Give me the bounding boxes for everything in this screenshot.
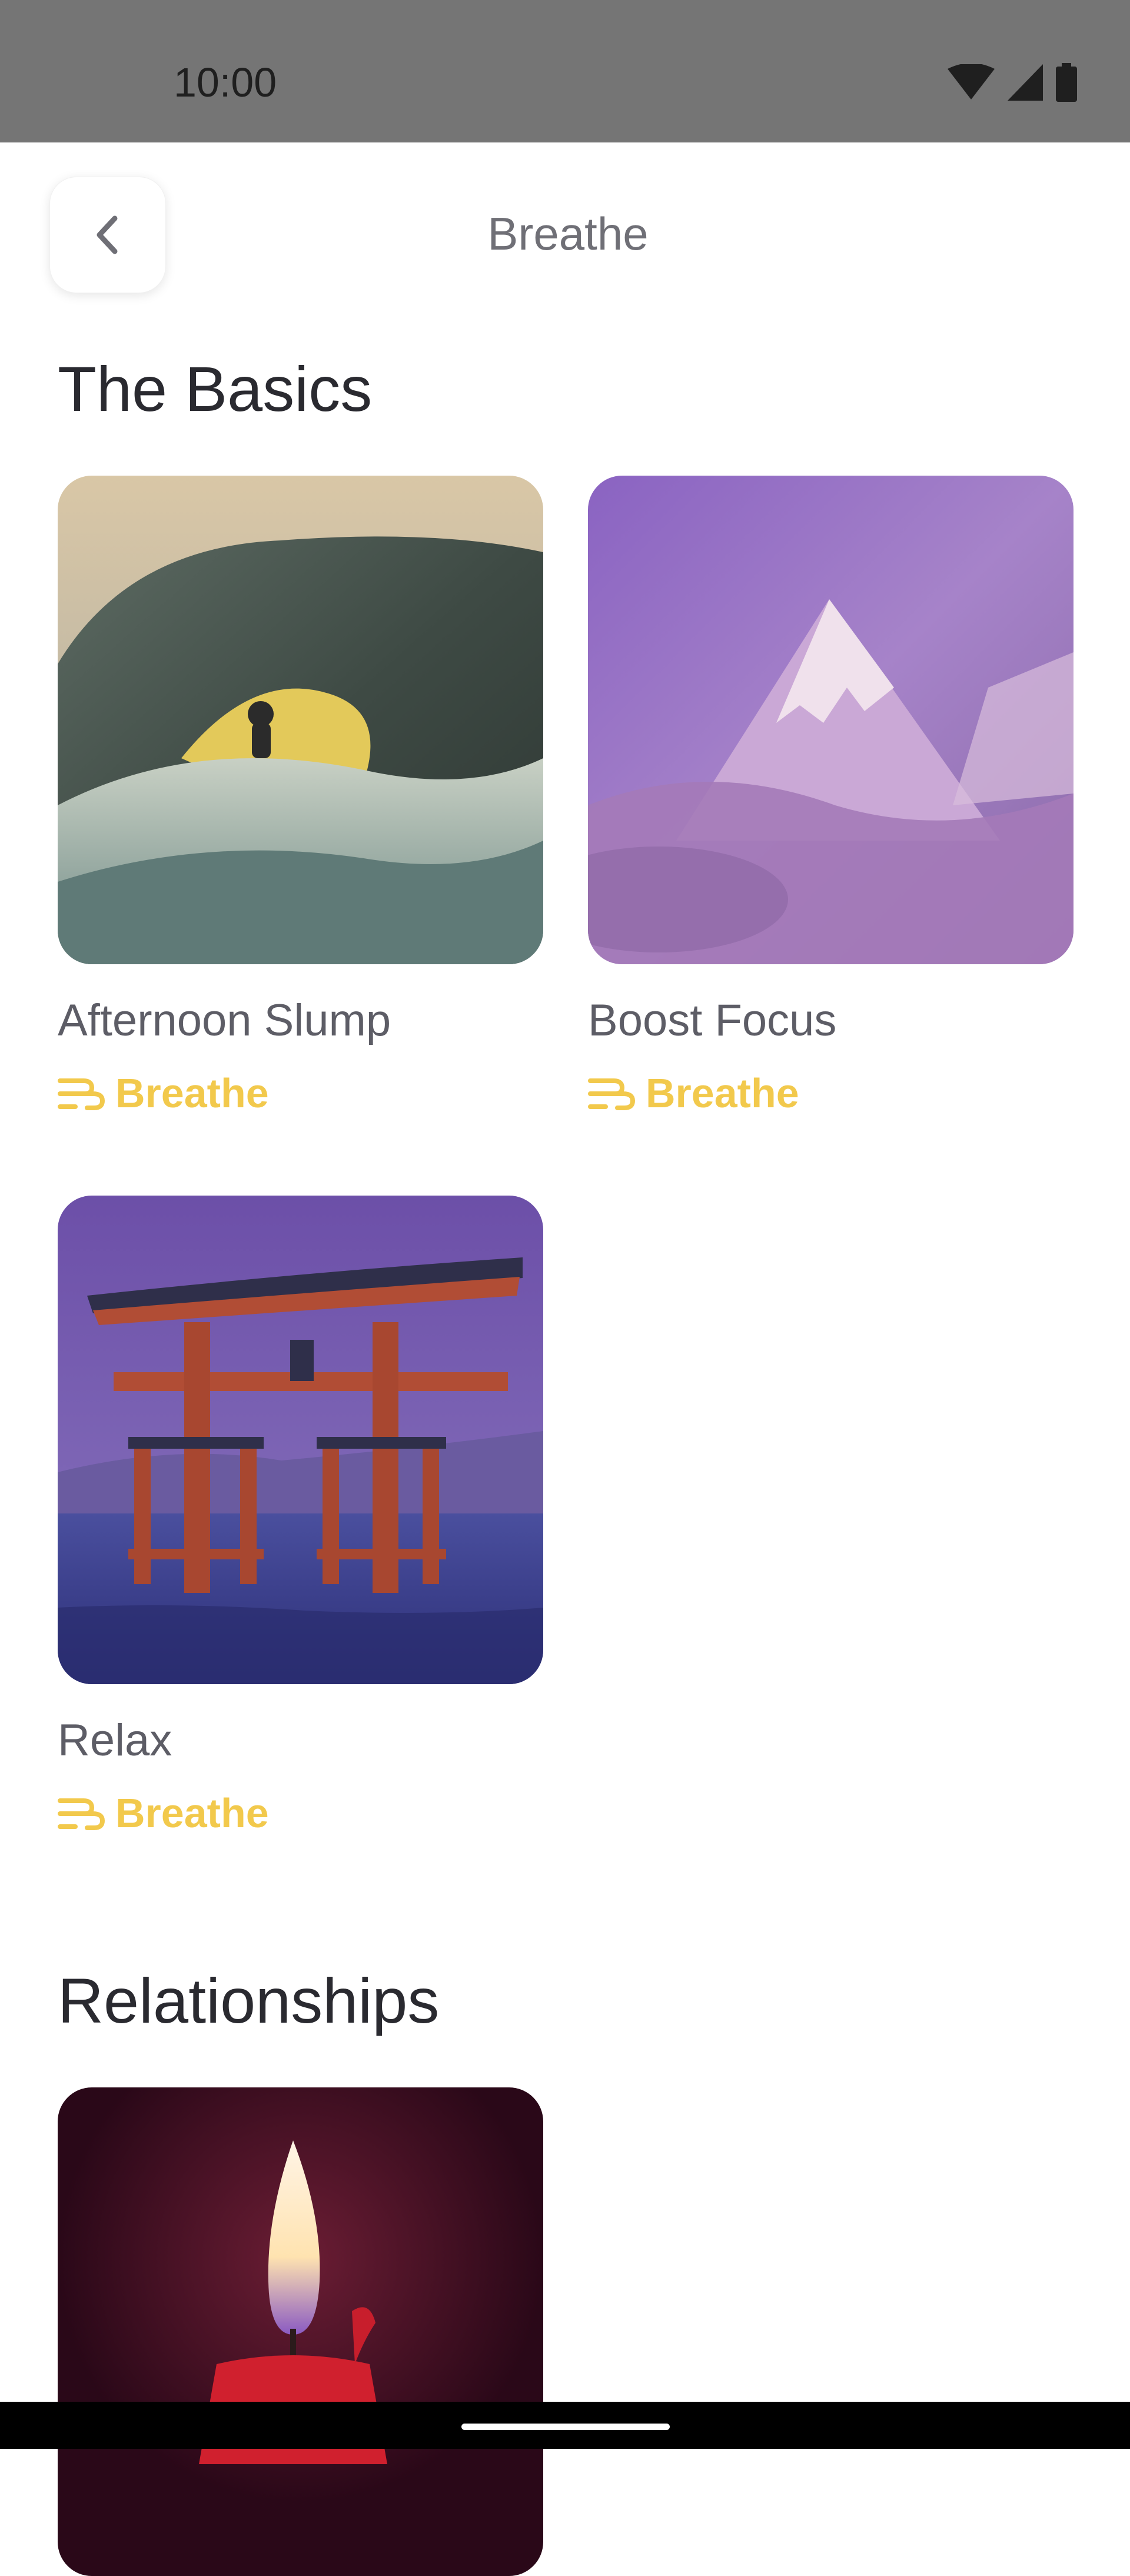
card-tag-label: Breathe [115,1790,269,1836]
status-icons [948,62,1077,103]
card-image-candle [58,2087,543,2576]
cell-signal-icon [1008,64,1043,101]
breathe-icon [58,1078,105,1110]
section-heading-relationships: Relationships [58,1965,440,2036]
card-candle[interactable] [58,2087,543,2576]
card-relax[interactable]: Relax Breathe [58,1196,543,1837]
card-title: Afternoon Slump [58,995,391,1045]
battery-icon [1056,63,1077,102]
page-title: Breathe [487,208,649,260]
card-afternoon-slump[interactable]: Afternoon Slump Breathe [58,476,543,1117]
card-image-torii [58,1196,543,1684]
breathe-icon [58,1798,105,1830]
card-title: Boost Focus [588,995,837,1045]
card-tag-label: Breathe [646,1070,799,1116]
card-image-wave [58,476,543,964]
status-time: 10:00 [174,59,277,105]
home-gesture-handle[interactable] [461,2424,670,2430]
card-tag-label: Breathe [115,1070,269,1116]
card-boost-focus[interactable]: Boost Focus Breathe [588,476,1074,1117]
breathe-icon [588,1078,635,1110]
section-heading-the-basics: The Basics [58,353,373,424]
card-tag: Breathe [588,1070,1074,1117]
wifi-icon [948,64,995,99]
status-bar: 10:00 [0,0,1130,142]
card-title: Relax [58,1715,172,1765]
card-tag: Breathe [58,1790,543,1837]
card-tag: Breathe [58,1070,543,1117]
card-image-mountain [588,476,1074,964]
